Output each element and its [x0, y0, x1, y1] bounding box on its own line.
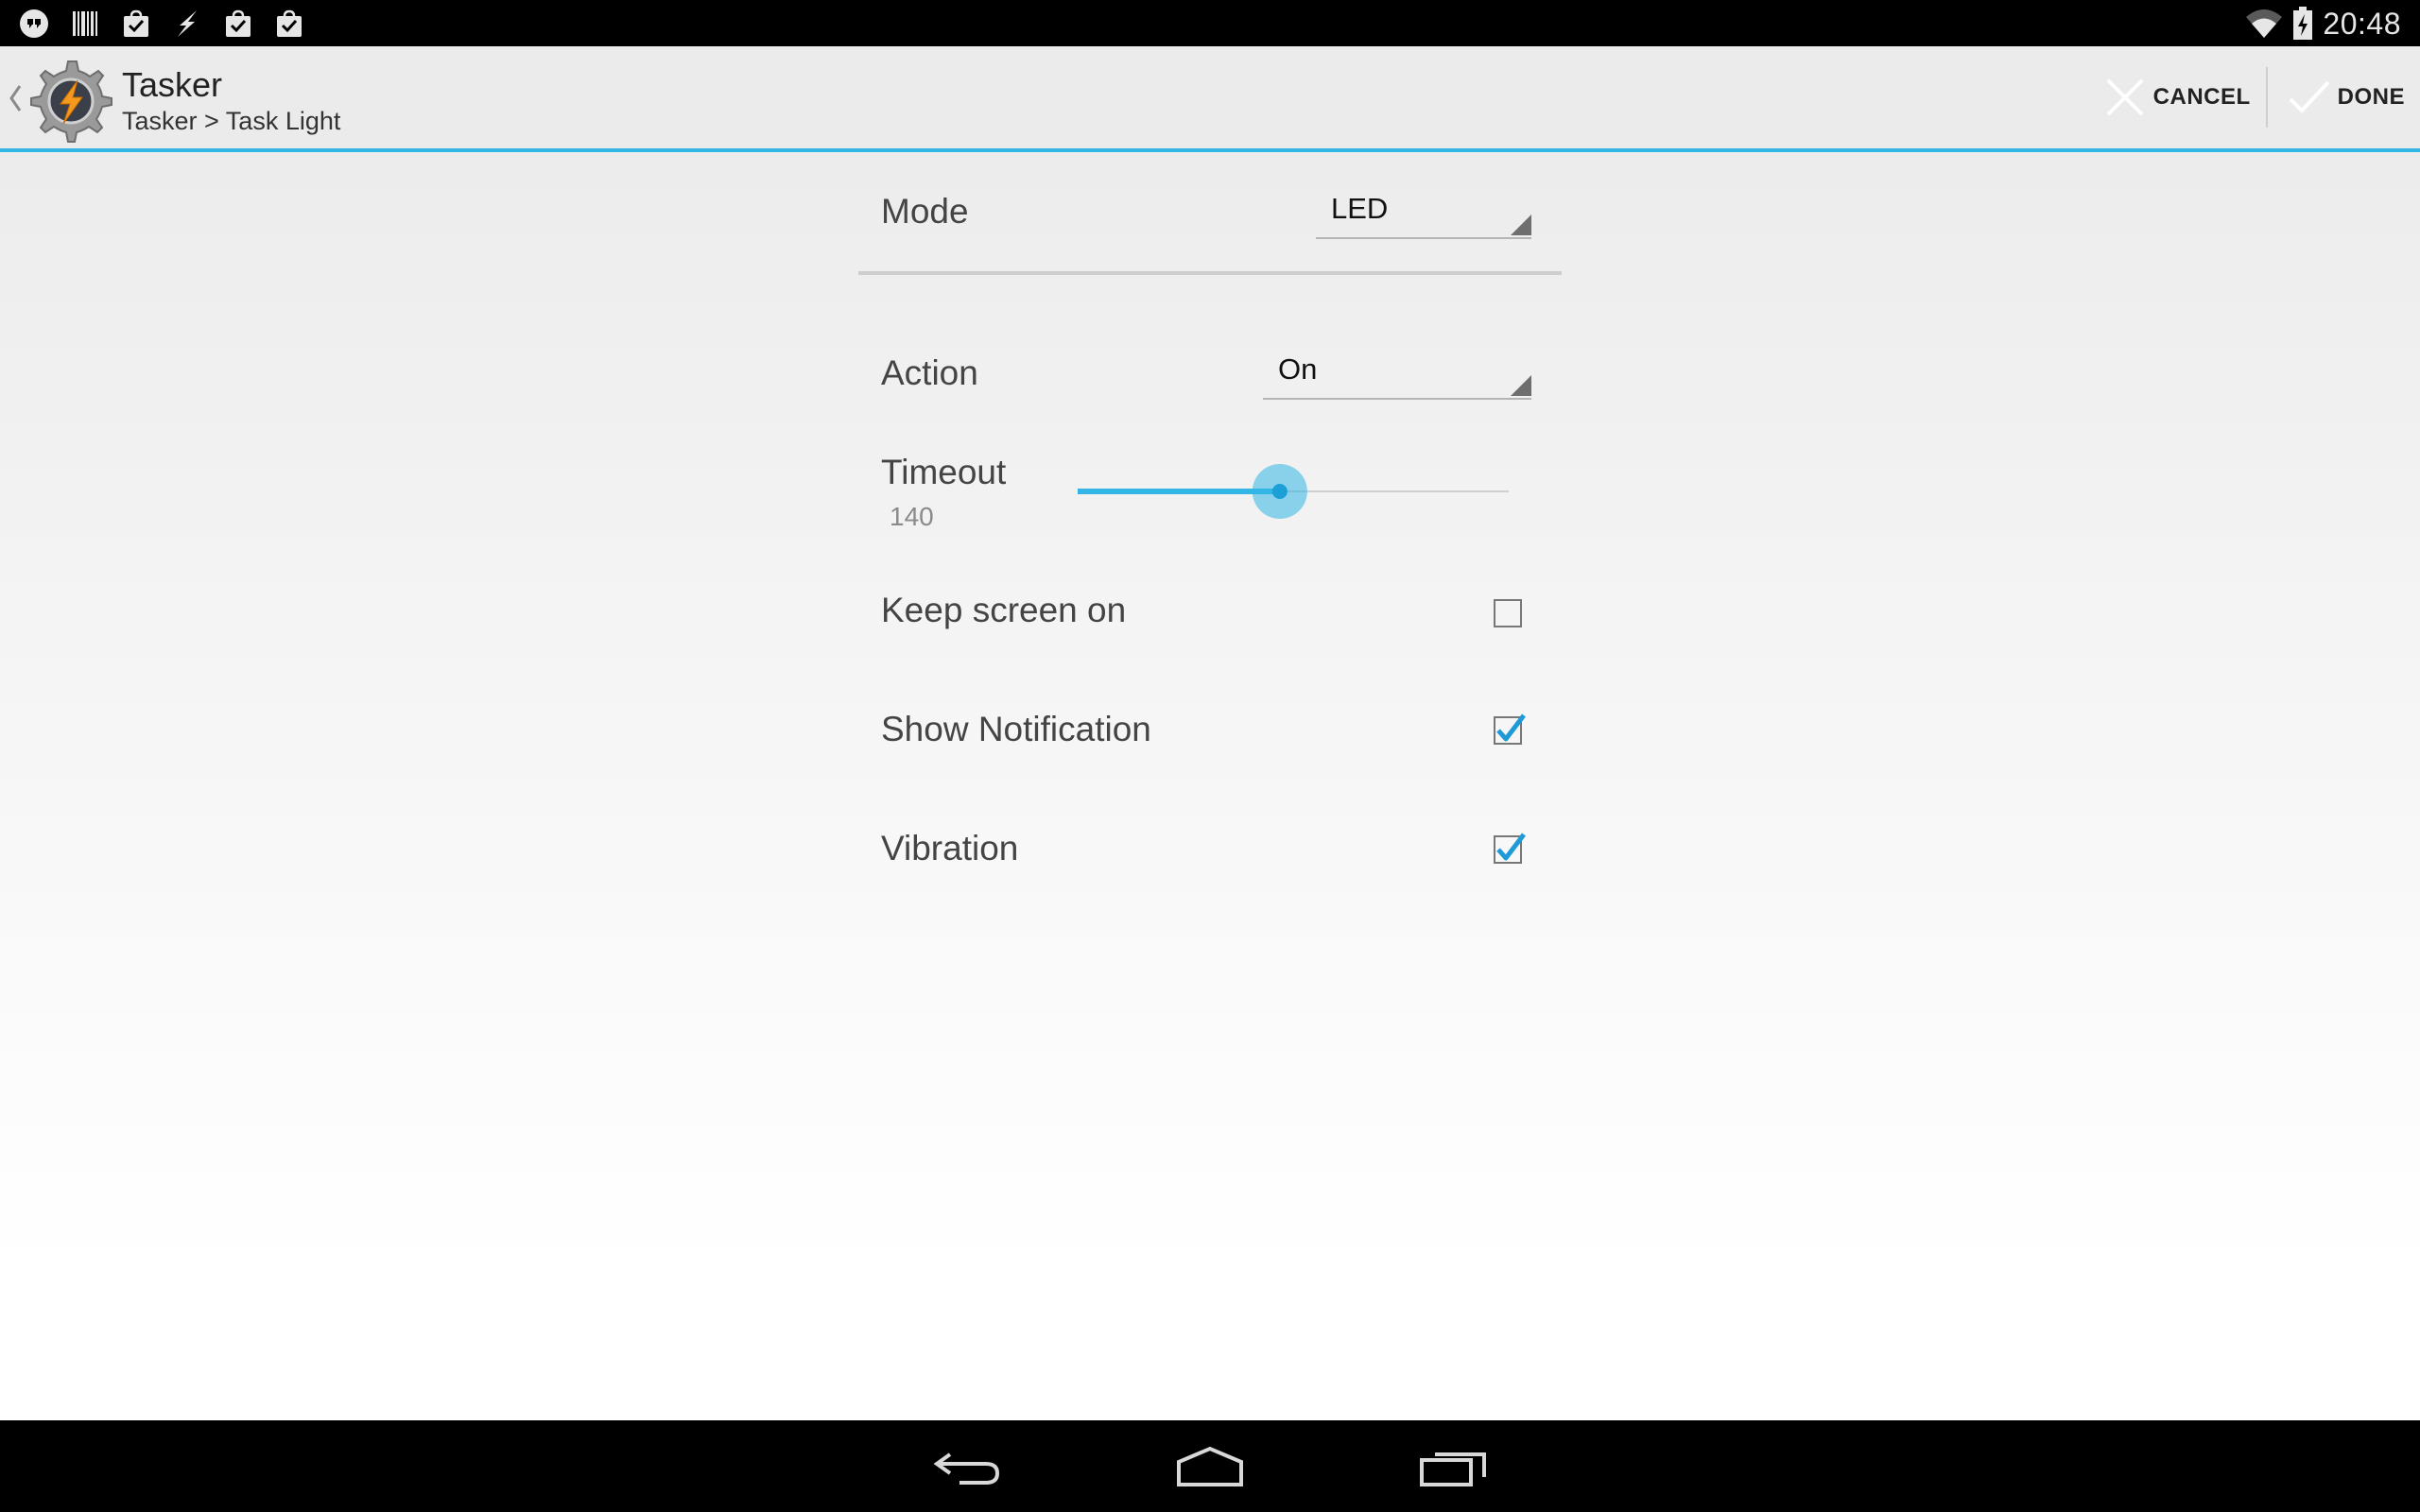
recent-apps-button[interactable] [1410, 1441, 1495, 1492]
up-caret-icon[interactable] [6, 82, 25, 114]
clock: 20:48 [2323, 6, 2401, 41]
breadcrumb: Tasker > Task Light [122, 107, 341, 135]
shopping-bag-check-icon [226, 9, 251, 37]
tasker-logo-icon[interactable] [26, 58, 113, 145]
back-icon [933, 1452, 1000, 1485]
keep-screen-on-checkbox[interactable] [1490, 594, 1528, 632]
vibration-label: Vibration [881, 829, 1019, 868]
action-edit-form: Mode LED Action On Timeout 140 Keep scre… [0, 152, 2420, 1420]
flash-icon [178, 10, 197, 37]
app-title: Tasker [122, 65, 223, 104]
hangouts-icon [20, 9, 48, 38]
vibration-checkbox[interactable] [1490, 831, 1528, 868]
action-spinner[interactable]: On [1263, 351, 1531, 400]
keep-screen-on-label: Keep screen on [881, 591, 1127, 629]
show-notification-checkbox[interactable] [1490, 712, 1528, 749]
recent-apps-icon [1420, 1452, 1486, 1486]
action-label: Action [881, 353, 978, 392]
shopping-bag-check-icon [277, 9, 302, 37]
section-divider [858, 271, 1562, 275]
cancel-label: CANCEL [2152, 84, 2251, 110]
home-button[interactable] [1167, 1441, 1253, 1492]
battery-charging-icon [2293, 7, 2313, 40]
status-bar: 20:48 [0, 0, 2420, 46]
screen: 20:48 Tasker Tasker > Task Light CANCEL [0, 0, 2420, 1512]
close-icon [2106, 78, 2144, 116]
notification-icons [19, 8, 304, 40]
timeout-value: 140 [890, 502, 934, 531]
wifi-icon [2246, 9, 2283, 38]
shopping-bag-check-icon [124, 9, 148, 37]
back-button[interactable] [925, 1441, 1011, 1492]
timeout-slider[interactable] [1078, 433, 1509, 550]
slider-thumb[interactable] [1271, 484, 1288, 499]
timeout-label: Timeout [881, 453, 1007, 491]
mode-label: Mode [881, 192, 969, 231]
cancel-button[interactable]: CANCEL [2083, 46, 2266, 148]
system-status: 20:48 [2245, 6, 2401, 42]
checkmark-icon [2289, 80, 2330, 113]
home-icon [1177, 1446, 1243, 1486]
done-label: DONE [2337, 84, 2405, 110]
show-notification-label: Show Notification [881, 710, 1151, 748]
navigation-bar [0, 1420, 2420, 1512]
action-bar: Tasker Tasker > Task Light CANCEL DONE [0, 46, 2420, 152]
done-button[interactable]: DONE [2268, 46, 2420, 148]
spinner-arrow-icon [1511, 375, 1531, 396]
mode-value: LED [1331, 192, 1389, 225]
spinner-arrow-icon [1511, 215, 1531, 235]
action-value: On [1278, 352, 1318, 386]
barcode-icon [73, 11, 97, 36]
mode-spinner[interactable]: LED [1316, 190, 1531, 239]
action-buttons: CANCEL DONE [2083, 46, 2420, 148]
